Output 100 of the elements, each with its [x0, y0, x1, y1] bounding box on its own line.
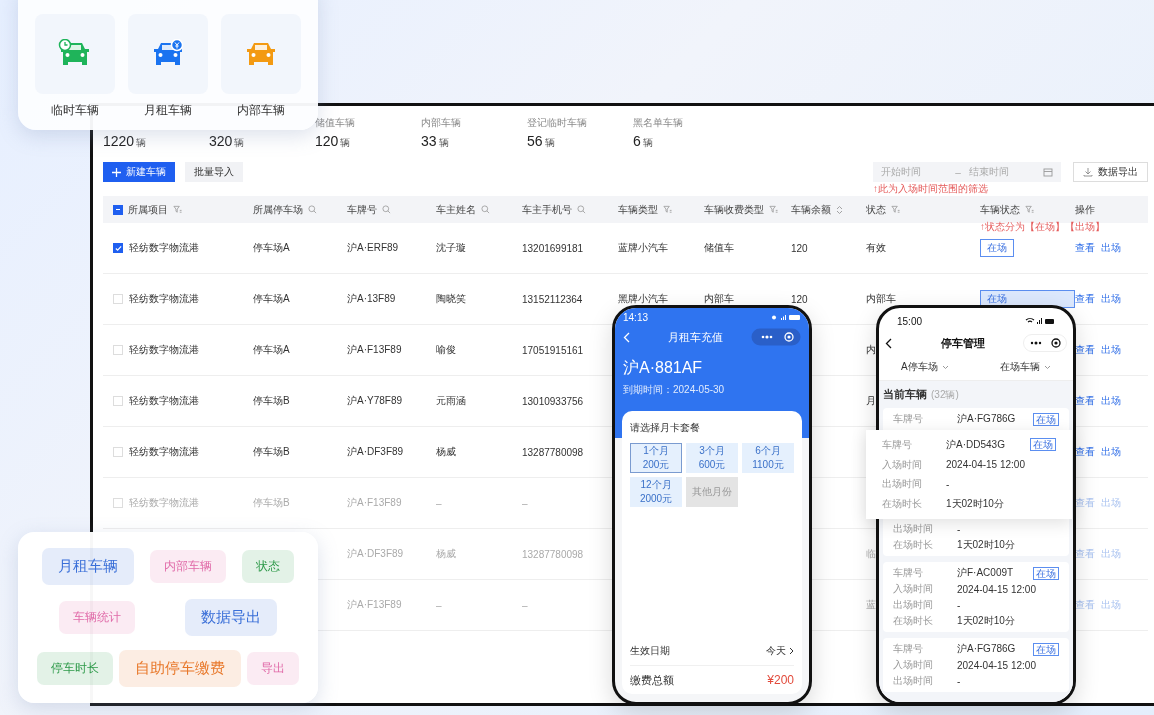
package-option[interactable]: 12个月 2000元	[630, 477, 682, 507]
stat-value: 1220	[103, 133, 135, 149]
field-label: 车牌号	[893, 412, 924, 426]
stat-unit: 辆	[136, 137, 147, 148]
tag: 自助停车缴费	[119, 650, 241, 687]
calendar-icon	[1043, 167, 1053, 177]
field-label: 在场时长	[893, 538, 934, 552]
table-cell: 沪A·Y78F89	[347, 394, 403, 408]
tag: 内部车辆	[150, 550, 226, 583]
status-hint: ↑状态分为【在场】【出场】	[980, 220, 1105, 234]
filter-icon[interactable]	[891, 205, 900, 214]
search-icon[interactable]	[382, 205, 391, 214]
column-header: 车辆余额	[791, 202, 831, 217]
search-icon[interactable]	[481, 205, 490, 214]
table-cell: 沪A·F13F89	[347, 496, 402, 510]
table-cell: 沪A·DF3F89	[347, 547, 404, 561]
filter-icon[interactable]	[173, 205, 182, 214]
expiry-date: 到期时间：2024-05-30	[623, 383, 726, 397]
filter-icon[interactable]	[1025, 205, 1034, 214]
tag: 停车时长	[37, 652, 113, 685]
table-cell: 停车场A	[253, 241, 290, 255]
status-icons-icon	[1025, 317, 1055, 325]
action-link[interactable]: 查看	[1075, 241, 1095, 255]
table-cell: 停车场B	[253, 394, 290, 408]
table-cell: 喻俊	[436, 343, 456, 357]
column-header: 车辆状态	[980, 202, 1020, 217]
table-cell: 轻纺数字物流港	[129, 241, 199, 255]
field-label: 出场时间	[882, 477, 923, 492]
table-cell: 轻纺数字物流港	[129, 445, 199, 459]
import-button[interactable]: 批量导入	[185, 162, 243, 182]
action-link[interactable]: 查看	[1075, 343, 1095, 357]
status-badge: 在场	[1033, 642, 1059, 656]
stat-value: 6	[633, 133, 641, 149]
back-icon[interactable]	[885, 337, 892, 349]
status-dropdown[interactable]: 在场车辆	[1000, 360, 1051, 374]
table-cell: 13010933756	[522, 395, 584, 407]
new-vehicle-button[interactable]: 新建车辆	[103, 162, 175, 182]
field-value: -	[957, 523, 962, 535]
action-link[interactable]: 出场	[1101, 292, 1121, 306]
effective-date-link[interactable]: 今天	[766, 644, 794, 658]
field-label: 车牌号	[893, 642, 924, 656]
field-label: 在场时长	[893, 614, 934, 628]
table-cell: 内部车	[866, 292, 896, 306]
vehicle-type-tile[interactable]	[128, 14, 208, 94]
export-button[interactable]: 数据导出	[1073, 162, 1148, 182]
sort-icon[interactable]	[836, 204, 843, 215]
action-link[interactable]: 查看	[1075, 445, 1095, 459]
vehicle-type-label: 月租车辆	[144, 102, 192, 119]
status-time: 15:00	[897, 315, 923, 327]
filter-icon[interactable]	[663, 205, 672, 214]
column-header: 车主手机号	[522, 202, 572, 217]
package-option[interactable]: 3个月 600元	[686, 443, 738, 473]
table-cell: 沪A·13F89	[347, 292, 396, 306]
filter-icon[interactable]	[769, 205, 778, 214]
status-time: 14:13	[623, 311, 649, 323]
stat-label: 内部车辆	[421, 116, 462, 129]
table-cell: 陶晓笑	[436, 292, 466, 306]
capsule-menu-icon[interactable]	[1023, 334, 1067, 352]
action-link[interactable]: 出场	[1101, 394, 1121, 408]
vehicle-type-tile[interactable]	[221, 14, 301, 94]
table-cell: –	[436, 599, 442, 611]
field-label: 出场时间	[893, 598, 934, 612]
plus-icon	[112, 167, 121, 177]
action-link[interactable]: 查看	[1075, 394, 1095, 408]
stat-label: 黑名单车辆	[633, 116, 684, 129]
vehicle-type-label: 内部车辆	[237, 102, 285, 119]
field-value: -	[946, 478, 951, 490]
search-icon[interactable]	[308, 205, 317, 214]
field-label: 车牌号	[893, 566, 924, 580]
action-link[interactable]: 查看	[1075, 292, 1095, 306]
action-link[interactable]: 出场	[1101, 343, 1121, 357]
table-cell: 有效	[866, 241, 886, 255]
stat-unit: 辆	[438, 137, 449, 148]
table-cell: 沈子璇	[436, 241, 466, 255]
table-cell: 沪A·DF3F89	[347, 445, 404, 459]
table-cell: 13287780098	[522, 548, 584, 560]
action-link[interactable]: 出场	[1101, 445, 1121, 459]
page-title: 停车管理	[940, 335, 985, 351]
field-value: 沪A·FG786G	[957, 642, 1017, 656]
vehicle-type-tile[interactable]	[35, 14, 115, 94]
stat-unit: 辆	[544, 137, 555, 148]
action-link[interactable]: 出场	[1101, 241, 1121, 255]
stat-label: 储值车辆	[315, 116, 356, 129]
parking-lot-dropdown[interactable]: A停车场	[901, 360, 949, 374]
row-checkbox[interactable]	[113, 243, 123, 253]
table-cell: 停车场A	[253, 343, 290, 357]
select-all-checkbox[interactable]	[113, 204, 123, 215]
package-option[interactable]: 1个月 200元	[630, 443, 682, 473]
table-cell: 轻纺数字物流港	[129, 343, 199, 357]
table-cell: 沪A·F13F89	[347, 343, 402, 357]
filter-hint: ↑此为入场时间范围的筛选	[873, 182, 989, 196]
field-label: 生效日期	[630, 644, 670, 658]
section-label: 请选择月卡套餐	[630, 421, 701, 435]
table-cell: –	[522, 497, 528, 509]
field-label: 入场时间	[893, 658, 934, 672]
search-icon[interactable]	[577, 205, 586, 214]
package-option[interactable]: 6个月 1100元	[742, 443, 794, 473]
table-cell: 17051915161	[522, 344, 584, 356]
field-value: 2024-04-15 12:00	[957, 659, 1037, 671]
chevron-icon	[789, 647, 794, 655]
